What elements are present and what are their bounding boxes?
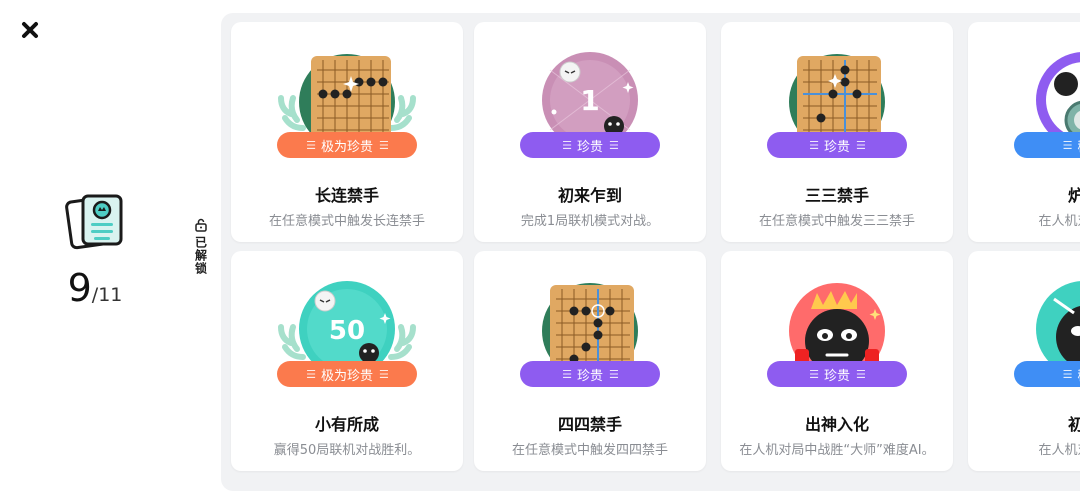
rarity-badge: ☰ 极为珍贵 ☰ (277, 132, 417, 158)
rarity-bars-icon: ☰ (609, 138, 619, 152)
close-icon[interactable] (18, 18, 42, 42)
rarity-label: 极为珍贵 (320, 139, 373, 155)
rarity-badge: ☰ 稀 ☰ (1014, 132, 1080, 158)
achievement-name: 四四禁手 (557, 415, 622, 434)
rarity-bars-icon: ☰ (562, 138, 572, 152)
achievements-screen: 9/11 已解锁 ☰ 极为珍贵 ☰ 长连禁手 在任意模式中触发长连禁手 1 ☰ … (0, 0, 1080, 502)
rarity-bars-icon: ☰ (306, 367, 316, 381)
achievement-name: 出神入化 (804, 415, 869, 434)
achievement-desc: 在人机对局中战胜“大师”难度AI。 (739, 443, 935, 458)
rarity-bars-icon: ☰ (609, 367, 619, 381)
total-count: /11 (91, 284, 123, 306)
achievement-name: 三三禁手 (804, 186, 869, 205)
achievement-name: 小有所成 (314, 415, 379, 434)
achievement-desc: 在任意模式中触发四四禁手 (511, 443, 668, 458)
achievement-card[interactable]: 50 ☰ 极为珍贵 ☰ 小有所成 赢得50局联机对战胜利。 (231, 251, 463, 471)
achievement-desc: 在人机对局中战 (1038, 214, 1080, 229)
rarity-badge: ☰ 极为珍贵 ☰ (277, 361, 417, 387)
rarity-bars-icon: ☰ (306, 138, 316, 152)
rarity-bars-icon: ☰ (809, 367, 819, 381)
achievement-card[interactable]: ☰ 珍贵 ☰ 四四禁手 在任意模式中触发四四禁手 (474, 251, 706, 471)
achievement-card[interactable]: ☰ 稀 ☰ 炉火 在人机对局中战 (968, 22, 1080, 242)
svg-text:1: 1 (580, 84, 599, 117)
achievement-card[interactable]: ☰ 珍贵 ☰ 出神入化 在人机对局中战胜“大师”难度AI。 (721, 251, 953, 471)
achievement-grid: ☰ 极为珍贵 ☰ 长连禁手 在任意模式中触发长连禁手 1 ☰ 珍贵 ☰ 初来乍到… (221, 13, 1080, 491)
rarity-badge: ☰ 珍贵 ☰ (767, 132, 907, 158)
rarity-bars-icon: ☰ (379, 138, 389, 152)
rarity-label: 珍贵 (576, 139, 603, 155)
rarity-badge: ☰ 珍贵 ☰ (767, 361, 907, 387)
unlock-icon (195, 218, 207, 232)
achievement-summary: 9/11 (55, 190, 135, 310)
achievement-name: 炉火 (1067, 186, 1080, 205)
achievement-desc: 在任意模式中触发三三禁手 (758, 214, 915, 229)
rarity-badge: ☰ 珍贵 ☰ (520, 132, 660, 158)
rarity-label: 珍贵 (823, 368, 850, 384)
achievement-name: 初来乍到 (557, 186, 622, 205)
achievement-cards-icon (65, 194, 123, 250)
achievement-desc: 完成1局联机模式对战。 (520, 214, 660, 229)
unlocked-count: 9 (67, 266, 92, 310)
rarity-bars-icon: ☰ (856, 138, 866, 152)
achievement-name: 初出 (1067, 415, 1080, 434)
rarity-badge: ☰ 珍贵 ☰ (520, 361, 660, 387)
tab-unlocked[interactable]: 已解锁 (192, 218, 210, 275)
rarity-label: 极为珍贵 (320, 368, 373, 384)
rarity-label: 珍贵 (823, 139, 850, 155)
achievement-desc: 在人机对局中战 (1038, 443, 1080, 458)
unlock-count: 9/11 (55, 266, 135, 310)
achievement-desc: 在任意模式中触发长连禁手 (268, 214, 425, 229)
rarity-bars-icon: ☰ (809, 138, 819, 152)
achievement-desc: 赢得50局联机对战胜利。 (273, 443, 421, 458)
rarity-bars-icon: ☰ (1062, 138, 1073, 152)
achievement-card[interactable]: ☰ 稀 ☰ 初出 在人机对局中战 (968, 251, 1080, 471)
rarity-bars-icon: ☰ (379, 367, 389, 381)
achievement-card[interactable]: ☰ 珍贵 ☰ 三三禁手 在任意模式中触发三三禁手 (721, 22, 953, 242)
rarity-bars-icon: ☰ (856, 367, 866, 381)
rarity-bars-icon: ☰ (562, 367, 572, 381)
rarity-bars-icon: ☰ (1062, 367, 1073, 381)
achievement-card[interactable]: ☰ 极为珍贵 ☰ 长连禁手 在任意模式中触发长连禁手 (231, 22, 463, 242)
achievement-name: 长连禁手 (314, 186, 379, 205)
achievement-card[interactable]: 1 ☰ 珍贵 ☰ 初来乍到 完成1局联机模式对战。 (474, 22, 706, 242)
svg-text:50: 50 (329, 316, 365, 346)
rarity-label: 珍贵 (576, 368, 603, 384)
rarity-badge: ☰ 稀 ☰ (1014, 361, 1080, 387)
tab-unlocked-label: 已解锁 (193, 236, 208, 275)
